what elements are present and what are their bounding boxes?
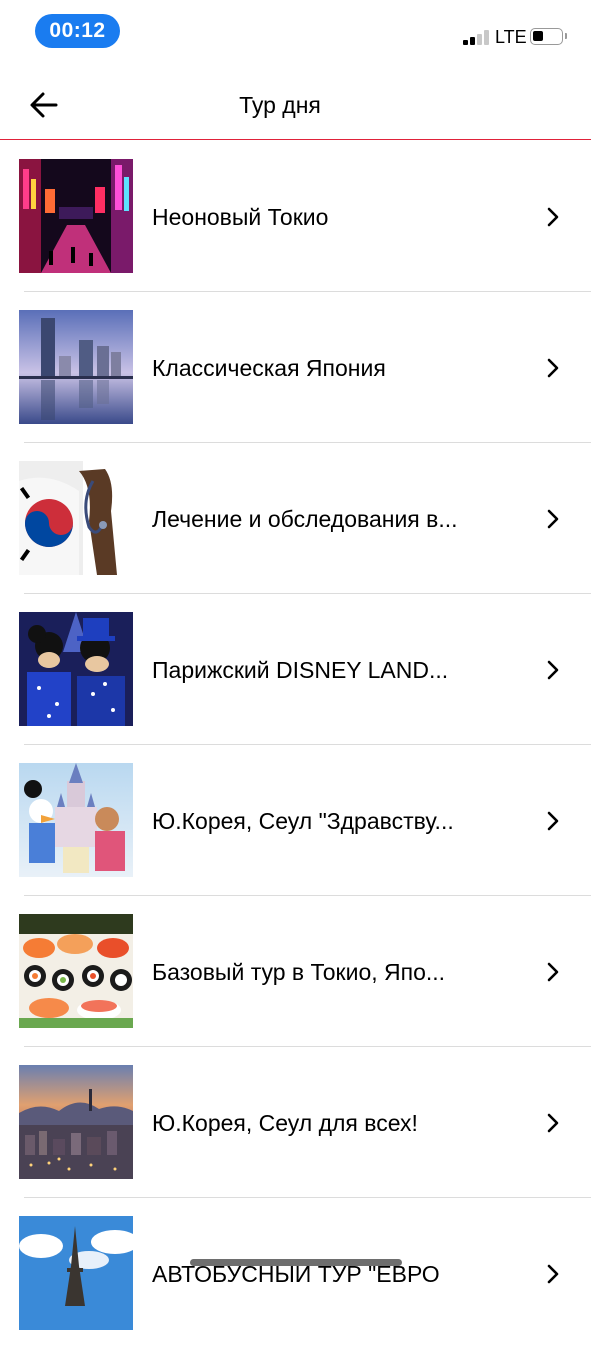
tour-thumbnail <box>19 159 133 273</box>
battery-icon <box>530 28 567 45</box>
tour-thumbnail <box>19 612 133 726</box>
chevron-right-icon <box>547 509 559 529</box>
tour-title: Базовый тур в Токио, Япо... <box>152 959 446 985</box>
list-item[interactable]: Парижский DISNEY LAND... <box>0 594 591 745</box>
network-type: LTE <box>495 27 527 47</box>
chevron-right-icon <box>547 962 559 982</box>
chevron-right-icon <box>547 811 559 831</box>
tour-thumbnail <box>19 1065 133 1179</box>
signal-icon <box>463 29 491 45</box>
list-item[interactable]: Лечение и обследования в... <box>0 443 591 594</box>
chevron-right-icon <box>547 1113 559 1133</box>
tour-thumbnail <box>19 1216 133 1330</box>
list-item[interactable]: Ю.Корея, Сеул "Здравству... <box>0 745 591 896</box>
chevron-right-icon <box>547 1264 559 1284</box>
tour-title: Парижский DISNEY LAND... <box>152 657 449 683</box>
list-item[interactable]: Ю.Корея, Сеул для всех! <box>0 1047 591 1198</box>
status-time: 00:12 <box>35 14 120 48</box>
tour-title: Ю.Корея, Сеул "Здравству... <box>152 808 454 834</box>
nav-bar: Тур дня <box>0 70 591 140</box>
tour-title: Классическая Япония <box>152 355 386 381</box>
home-indicator[interactable] <box>190 1259 402 1266</box>
chevron-right-icon <box>547 207 559 227</box>
tour-title: Ю.Корея, Сеул для всех! <box>152 1110 418 1136</box>
tour-title: Неоновый Токио <box>152 204 329 230</box>
page-title: Тур дня <box>239 92 321 118</box>
chevron-right-icon <box>547 358 559 378</box>
tour-thumbnail <box>19 310 133 424</box>
tour-thumbnail <box>19 914 133 1028</box>
list-item[interactable]: Базовый тур в Токио, Япо... <box>0 896 591 1047</box>
status-bar: 00:12 LTE <box>0 0 591 70</box>
list-item[interactable]: Классическая Япония <box>0 292 591 443</box>
tour-thumbnail <box>19 763 133 877</box>
list-item[interactable]: Неоновый Токио <box>0 141 591 292</box>
tour-thumbnail <box>19 461 133 575</box>
tour-title: Лечение и обследования в... <box>152 506 458 532</box>
list-item[interactable]: АВТОБУСНЫЙ ТУР "ЕВРО <box>0 1198 591 1349</box>
tour-list: Неоновый Токио Классическая Япония Лечен… <box>0 141 591 1349</box>
chevron-right-icon <box>547 660 559 680</box>
